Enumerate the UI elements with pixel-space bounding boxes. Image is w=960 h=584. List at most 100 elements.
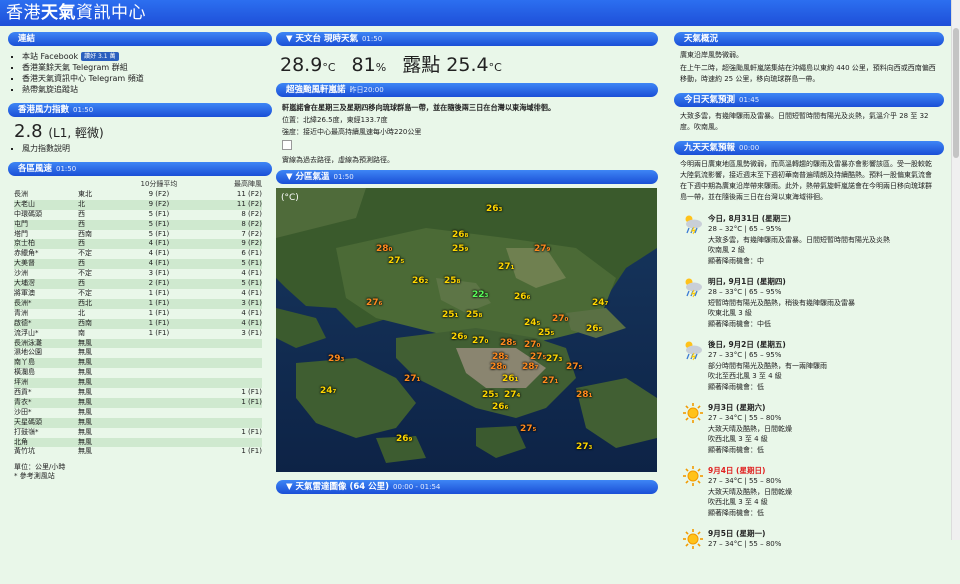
typhoon-track-image	[282, 140, 292, 150]
link-item[interactable]: 本站 Facebook讚好 3.1 萬	[22, 52, 272, 62]
temp-reading[interactable]: 280	[490, 362, 506, 372]
temp-reading[interactable]: 247	[592, 298, 608, 308]
current-weather-heading[interactable]: ▼ 天文台 現時天氣 01:50	[276, 32, 658, 46]
temp-reading[interactable]: 281	[576, 390, 592, 400]
wind-avg	[118, 398, 200, 408]
site-title[interactable]: 香港天氣資訊中心	[6, 2, 146, 24]
link-item[interactable]: 熱帶氣旋追蹤站	[22, 85, 272, 95]
wind-avg	[118, 438, 200, 448]
forecast-psr: 顯著降雨機會：中	[708, 256, 764, 265]
forecast-days: 今日, 8月31日 (星期三) 28 – 32°C | 65 – 95% 大致多雲，…	[674, 213, 944, 576]
temp-reading[interactable]: 275	[530, 352, 546, 362]
temp-reading[interactable]: 245	[524, 318, 540, 328]
temp-reading[interactable]: 258	[466, 310, 482, 320]
station-name: 大埔滘	[14, 279, 35, 288]
station-name: 中環碼頭	[14, 209, 42, 218]
wind-avg: 5 (F1)	[148, 229, 170, 238]
station-name: 沙田*	[14, 407, 32, 416]
regional-wind-section: 各區風速 01:50 10分鐘平均 最高陣風 長洲 東北 9 (F2) 11 (F2) 大…	[8, 162, 272, 481]
temp-reading[interactable]: 258	[444, 276, 460, 286]
temp-reading[interactable]: 266	[514, 292, 530, 302]
typhoon-info: 軒嵐諾會在星期三及星期四移向琉球群島一帶，並在隨後兩三日在台灣以東海域徘徊。 位…	[282, 102, 658, 166]
temp-reading[interactable]: 266	[492, 402, 508, 412]
temp-reading[interactable]: 268	[452, 230, 468, 240]
temp-reading[interactable]: 273	[576, 442, 592, 452]
wind-gust	[200, 339, 262, 349]
temp-reading[interactable]: 263	[486, 204, 502, 214]
temp-reading[interactable]: 271	[404, 374, 420, 384]
link-item[interactable]: 香港業餘天氣 Telegram 群組	[22, 63, 272, 73]
temp-reading[interactable]: 271	[498, 262, 514, 272]
wind-direction: 無風	[78, 397, 92, 406]
temp-reading[interactable]: 275	[566, 362, 582, 372]
station-name: 京士柏	[14, 239, 35, 248]
typhoon-strength: 強度：接近中心最高持續風速每小時220公里	[282, 128, 422, 136]
table-row: 打鼓嶺* 無風 1 (F1)	[14, 428, 262, 438]
link-telegram-group[interactable]: 香港業餘天氣 Telegram 群組	[22, 63, 128, 72]
temp-reading[interactable]: 223	[472, 290, 488, 300]
wind-direction: 西	[78, 209, 85, 218]
regional-temp-heading[interactable]: ▼ 分區氣溫 01:50	[276, 170, 658, 184]
temp-reading[interactable]: 261	[502, 374, 518, 384]
temp-reading[interactable]: 279	[534, 244, 550, 254]
table-row: 中環碼頭 西 5 (F1) 8 (F2)	[14, 210, 262, 220]
station-name: 南丫島	[14, 358, 35, 367]
wind-direction: 無風	[78, 338, 92, 347]
temp-reading[interactable]: 269	[396, 434, 412, 444]
current-humidity: 81	[351, 54, 376, 76]
forecast-date: 明日, 9月1日 (星期四)	[708, 277, 786, 286]
wind-avg: 2 (F1)	[148, 279, 170, 288]
temp-reading[interactable]: 253	[482, 390, 498, 400]
temp-reading[interactable]: 255	[538, 328, 554, 338]
table-row: 北角 無風	[14, 437, 262, 448]
station-name: 長洲*	[14, 298, 32, 307]
link-telegram-channel[interactable]: 香港天氣資訊中心 Telegram 頻道	[22, 74, 144, 83]
wind-index-info-link[interactable]: 風力指數說明	[22, 144, 70, 153]
station-name: 西貢*	[14, 388, 32, 397]
temp-reading[interactable]: 270	[472, 336, 488, 346]
table-row: 沙田* 無風	[14, 408, 262, 418]
link-item[interactable]: 香港天氣資訊中心 Telegram 頻道	[22, 74, 272, 84]
station-name: 北角	[14, 437, 28, 446]
forecast-temp: 27 – 34°C | 55 – 80%	[708, 540, 782, 548]
overview-section: 天氣概況 廣東沿岸風勢微弱。 在上午二時，超強颱風軒嵐諾集結在沖繩島以東約 44…	[674, 32, 944, 85]
temp-reading[interactable]: 259	[452, 244, 468, 254]
wind-avg: 5 (F1)	[148, 209, 170, 218]
wind-gust: 1 (F1)	[241, 388, 262, 397]
temp-reading[interactable]: 273	[546, 354, 562, 364]
temp-reading[interactable]: 274	[504, 390, 520, 400]
temp-reading[interactable]: 293	[328, 354, 344, 364]
temp-reading[interactable]: 269	[451, 332, 467, 342]
temp-reading[interactable]: 271	[542, 376, 558, 386]
temp-reading[interactable]: 247	[320, 386, 336, 396]
forecast-day: 後日, 9月2日 (星期五) 27 – 33°C | 65 – 95% 部分時間有陽…	[682, 339, 944, 392]
temp-reading[interactable]: 276	[366, 298, 382, 308]
temp-reading[interactable]: 275	[520, 424, 536, 434]
thunder-rain-icon	[682, 213, 704, 235]
temp-reading[interactable]: 251	[442, 310, 458, 320]
regional-wind-heading: 各區風速 01:50	[8, 162, 272, 176]
wind-avg: 1 (F1)	[148, 308, 170, 317]
wind-gust: 6 (F1)	[241, 249, 262, 258]
temp-reading[interactable]: 280	[376, 244, 392, 254]
temperature-map[interactable]: (°C) 263 268 259 280 279 275 271 262 258 223 266 27…	[276, 188, 657, 472]
temp-reading[interactable]: 262	[412, 276, 428, 286]
temp-reading[interactable]: 270	[552, 314, 568, 324]
table-row: 橫瀾島 無風	[14, 368, 262, 378]
facebook-like-badge[interactable]: 讚好 3.1 萬	[81, 52, 119, 61]
forecast-temp: 28 – 33°C | 65 – 95%	[708, 288, 782, 296]
current-weather-section: ▼ 天文台 現時天氣 01:50 28.9°C 81% 露點 25.4°C	[276, 32, 658, 77]
temp-reading[interactable]: 282	[492, 352, 508, 362]
temp-reading[interactable]: 270	[524, 340, 540, 350]
temp-reading[interactable]: 275	[388, 256, 404, 266]
scrollbar-thumb[interactable]	[953, 28, 959, 158]
link-facebook[interactable]: 本站 Facebook	[22, 52, 78, 61]
wind-gust: 8 (F2)	[241, 219, 262, 228]
radar-heading[interactable]: ▼ 天氣雷達圖像 (64 公里) 00:00 - 01:54	[276, 480, 658, 494]
link-typhoon-tracker[interactable]: 熱帶氣旋追蹤站	[22, 85, 78, 94]
temp-reading[interactable]: 285	[500, 338, 516, 348]
temp-reading[interactable]: 265	[586, 324, 602, 334]
link-item[interactable]: 風力指數說明	[22, 144, 272, 154]
temp-reading[interactable]: 287	[522, 362, 538, 372]
page-scrollbar[interactable]	[951, 0, 960, 540]
